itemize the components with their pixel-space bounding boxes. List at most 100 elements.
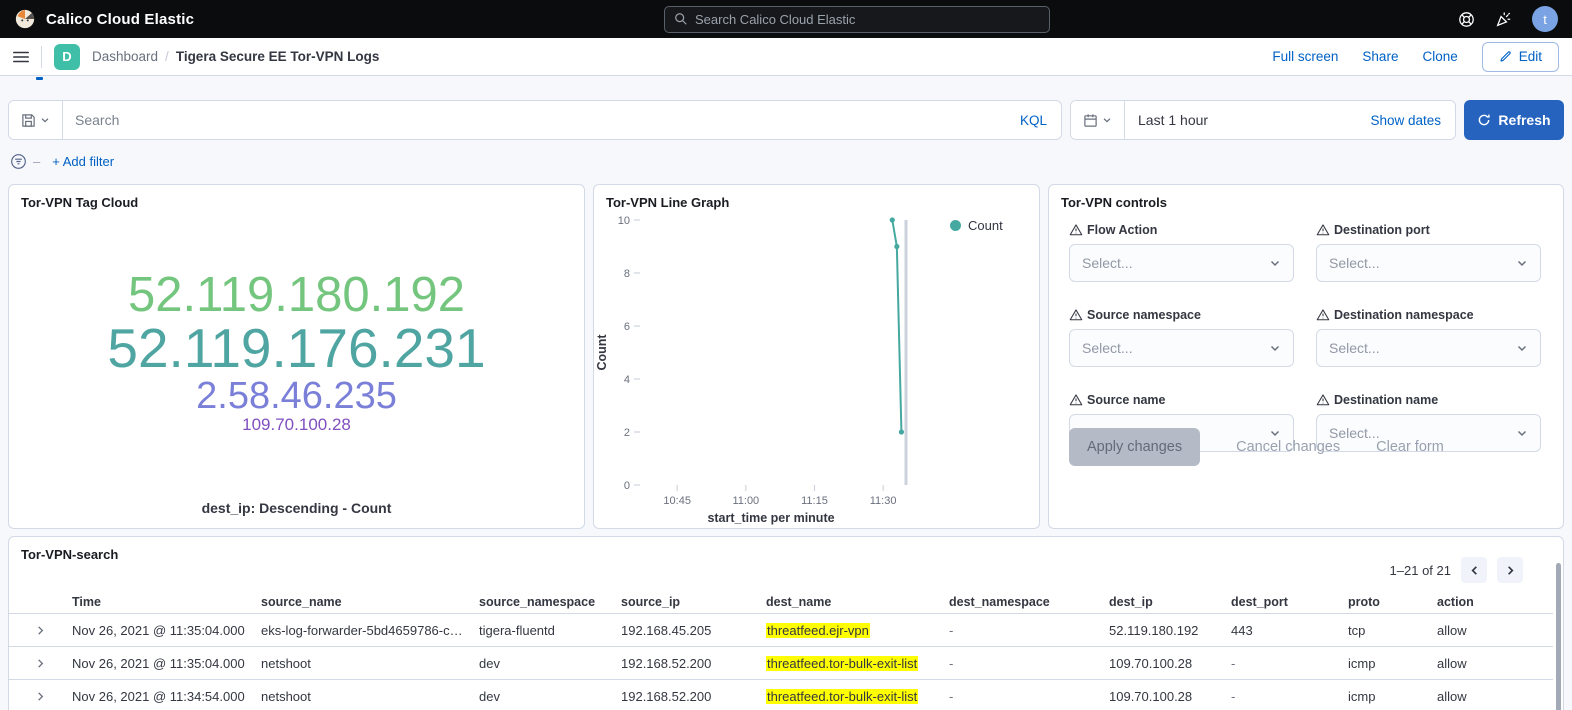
- save-icon: [21, 113, 36, 128]
- filter-bar: – + Add filter: [10, 150, 1562, 172]
- svg-text:11:30: 11:30: [870, 495, 897, 507]
- table-row: Nov 26, 2021 @ 11:35:04.000netshootdev19…: [9, 647, 1553, 680]
- cell-dest-port: -: [1231, 689, 1348, 704]
- tag-cloud-term[interactable]: 52.119.180.192: [128, 270, 465, 320]
- search-icon: [674, 12, 688, 26]
- cell-source-name: netshoot: [261, 656, 479, 671]
- warning-icon: [1069, 223, 1083, 237]
- breadcrumb-bar: D Dashboard / Tigera Secure EE Tor-VPN L…: [0, 38, 1572, 76]
- news-icon[interactable]: [1495, 11, 1512, 28]
- tag-cloud-term[interactable]: 109.70.100.28: [242, 416, 351, 434]
- cell-proto: tcp: [1348, 623, 1437, 638]
- help-icon[interactable]: [1458, 11, 1475, 28]
- cell-dest-namespace: -: [949, 623, 1109, 638]
- share-button[interactable]: Share: [1362, 49, 1398, 64]
- flow-action-field: Flow ActionSelect...: [1069, 223, 1294, 282]
- destination-port-label: Destination port: [1316, 223, 1541, 237]
- legend-count-label: Count: [968, 218, 1003, 233]
- saved-query-menu-button[interactable]: [9, 101, 63, 139]
- app-header: Calico Cloud Elastic t: [0, 0, 1572, 38]
- flow-action-select[interactable]: Select...: [1069, 244, 1294, 282]
- edit-button[interactable]: Edit: [1482, 42, 1559, 72]
- space-avatar[interactable]: D: [54, 44, 80, 70]
- destination-namespace-label: Destination namespace: [1316, 308, 1541, 322]
- calendar-menu-button[interactable]: [1071, 101, 1125, 139]
- time-range-picker: Last 1 hour Show dates: [1070, 100, 1456, 140]
- show-dates-button[interactable]: Show dates: [1356, 113, 1455, 128]
- chevron-down-icon: [40, 115, 50, 125]
- pagination-label: 1–21 of 21: [1390, 563, 1451, 578]
- cell-dest-port: -: [1231, 656, 1348, 671]
- cell-dest-port: 443: [1231, 623, 1348, 638]
- menu-icon[interactable]: [13, 49, 29, 65]
- tag-cloud-term[interactable]: 52.119.176.231: [107, 320, 485, 377]
- clear-form-button[interactable]: Clear form: [1376, 439, 1444, 455]
- tag-cloud: 52.119.180.19252.119.176.2312.58.46.2351…: [9, 219, 584, 484]
- source-namespace-label: Source namespace: [1069, 308, 1294, 322]
- global-search-input[interactable]: [695, 12, 1040, 27]
- chevron-down-icon: [1269, 257, 1281, 269]
- destination-name-label: Destination name: [1316, 393, 1541, 407]
- svg-text:Count: Count: [595, 334, 609, 371]
- expand-row-icon[interactable]: [9, 691, 72, 702]
- previous-page-button[interactable]: [1461, 557, 1487, 583]
- cell-source-ip: 192.168.52.200: [621, 689, 766, 704]
- legend-count-icon: [950, 220, 961, 231]
- column-header-dest-name: dest_name: [766, 595, 949, 609]
- table-scrollbar[interactable]: [1556, 563, 1561, 710]
- user-avatar[interactable]: t: [1532, 6, 1558, 32]
- pagination: 1–21 of 21: [1390, 557, 1523, 583]
- time-range-value[interactable]: Last 1 hour: [1125, 112, 1356, 128]
- table-row: Nov 26, 2021 @ 11:34:54.000netshootdev19…: [9, 680, 1553, 710]
- cancel-changes-button[interactable]: Cancel changes: [1236, 439, 1340, 455]
- cell-action: allow: [1437, 623, 1553, 638]
- chart-legend[interactable]: Count: [950, 218, 1003, 233]
- svg-text:6: 6: [624, 321, 630, 333]
- cell-source-namespace: dev: [479, 656, 621, 671]
- clone-button[interactable]: Clone: [1422, 49, 1457, 64]
- source-namespace-select[interactable]: Select...: [1069, 329, 1294, 367]
- kql-query-box: KQL: [8, 100, 1062, 140]
- column-header-action: action: [1437, 595, 1553, 609]
- column-header-dest-ip: dest_ip: [1109, 595, 1231, 609]
- add-filter-button[interactable]: + Add filter: [52, 154, 114, 169]
- table-header-row: Timesource_namesource_namespacesource_ip…: [9, 590, 1553, 614]
- column-header-dest-namespace: dest_namespace: [949, 595, 1109, 609]
- cell-time: Nov 26, 2021 @ 11:35:04.000: [72, 623, 261, 638]
- global-search[interactable]: [664, 6, 1050, 33]
- kibana-dashboard-screen: Calico Cloud Elastic t D Dashboard /: [0, 0, 1572, 710]
- next-page-button[interactable]: [1497, 557, 1523, 583]
- controls-panel: Tor-VPN controls Flow ActionSelect...Des…: [1048, 184, 1564, 529]
- apply-changes-button[interactable]: Apply changes: [1069, 428, 1200, 466]
- chevron-down-icon: [1516, 342, 1528, 354]
- cell-source-ip: 192.168.45.205: [621, 623, 766, 638]
- warning-icon: [1316, 393, 1330, 407]
- svg-text:8: 8: [624, 268, 630, 280]
- filter-icon[interactable]: [10, 153, 27, 170]
- kql-language-button[interactable]: KQL: [1006, 113, 1061, 128]
- destination-port-select[interactable]: Select...: [1316, 244, 1541, 282]
- expand-row-icon[interactable]: [9, 625, 72, 636]
- cell-dest-ip: 109.70.100.28: [1109, 656, 1231, 671]
- calico-logo-icon: [14, 8, 36, 30]
- column-header-proto: proto: [1348, 595, 1437, 609]
- svg-text:2: 2: [624, 427, 630, 439]
- chevron-left-icon: [1469, 565, 1480, 576]
- refresh-button[interactable]: Refresh: [1464, 100, 1564, 140]
- tag-cloud-caption: dest_ip: Descending - Count: [9, 500, 584, 516]
- pencil-icon: [1499, 50, 1512, 63]
- dashboard-panels: Tor-VPN Tag Cloud 52.119.180.19252.119.1…: [8, 184, 1564, 529]
- expand-row-icon[interactable]: [9, 658, 72, 669]
- svg-text:start_time per minute: start_time per minute: [707, 511, 834, 525]
- cell-source-name: netshoot: [261, 689, 479, 704]
- app-title: Calico Cloud Elastic: [46, 11, 194, 28]
- warning-icon: [1316, 308, 1330, 322]
- tag-cloud-term[interactable]: 2.58.46.235: [196, 377, 397, 416]
- column-header-time: Time: [72, 595, 261, 609]
- kql-search-input[interactable]: [63, 112, 1006, 128]
- line-chart-plot[interactable]: 024681010:4511:0011:1511:30start_time pe…: [594, 185, 1039, 528]
- full-screen-button[interactable]: Full screen: [1272, 49, 1338, 64]
- destination-namespace-select[interactable]: Select...: [1316, 329, 1541, 367]
- svg-text:11:00: 11:00: [732, 495, 759, 507]
- breadcrumb-dashboard-link[interactable]: Dashboard: [92, 49, 158, 64]
